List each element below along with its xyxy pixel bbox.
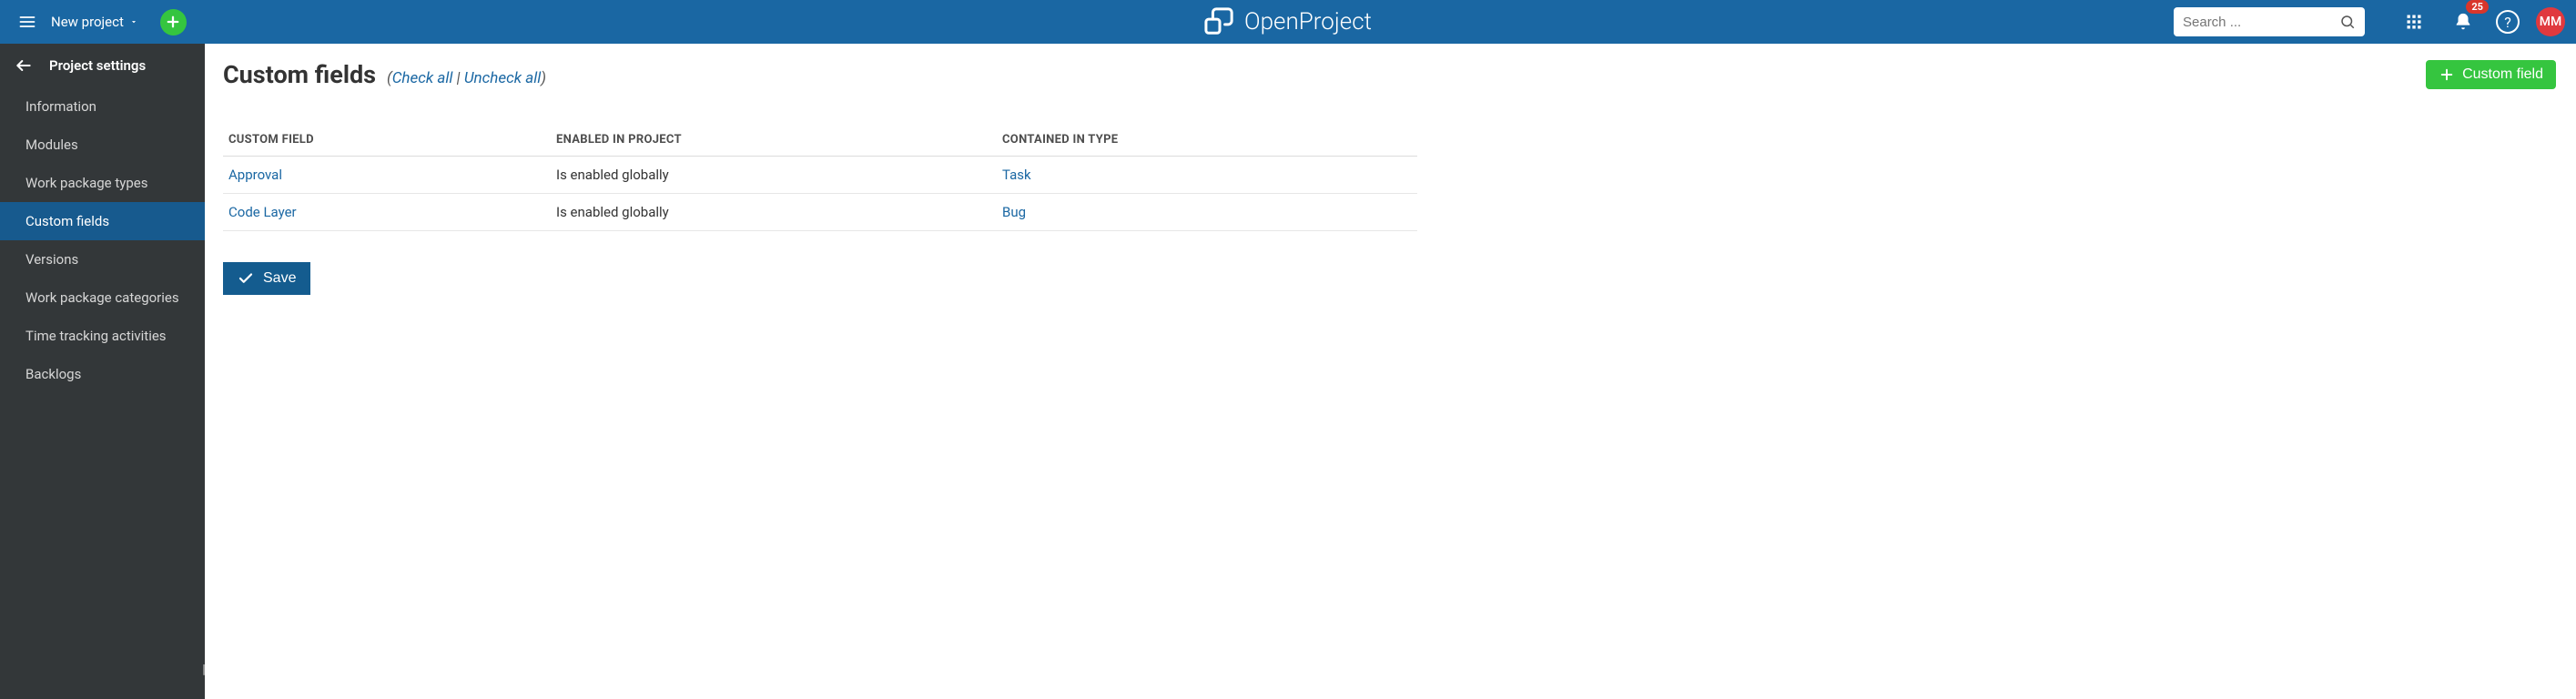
bell-icon — [2453, 12, 2473, 32]
sidebar-drag-handle[interactable]: || — [202, 663, 203, 677]
save-button-label: Save — [263, 270, 296, 287]
type-link[interactable]: Task — [1002, 167, 1031, 183]
user-avatar[interactable]: MM — [2536, 7, 2565, 36]
save-button[interactable]: Save — [223, 262, 310, 295]
new-custom-field-button[interactable]: Custom field — [2426, 60, 2556, 89]
project-selector-label: New project — [51, 14, 124, 30]
sidebar-item-modules[interactable]: Modules — [0, 126, 205, 164]
sidebar-item-backlogs[interactable]: Backlogs — [0, 355, 205, 393]
notifications-button[interactable]: 25 — [2447, 5, 2480, 38]
brand: OpenProject — [1204, 7, 1372, 36]
notification-badge: 25 — [2466, 0, 2489, 14]
check-icon — [238, 270, 254, 287]
topbar-right: 25 ? MM — [2174, 5, 2565, 38]
enabled-cell: Is enabled globally — [551, 194, 997, 231]
page-title: Custom fields — [223, 60, 376, 89]
brand-logo-icon — [1204, 7, 1235, 36]
search-icon — [2339, 14, 2356, 30]
plus-icon — [165, 14, 181, 30]
plus-icon — [2439, 66, 2455, 83]
col-header-enabled: ENABLED IN PROJECT — [551, 124, 997, 157]
topbar: New project OpenProject 25 ? MM — [0, 0, 2576, 44]
help-button[interactable]: ? — [2496, 10, 2520, 34]
table-row: Code Layer Is enabled globally Bug — [223, 194, 1417, 231]
arrow-left-icon — [15, 56, 33, 75]
global-search[interactable] — [2174, 7, 2365, 36]
custom-fields-table: CUSTOM FIELD ENABLED IN PROJECT CONTAINE… — [223, 124, 1417, 231]
search-input[interactable] — [2183, 15, 2319, 30]
enabled-cell: Is enabled globally — [551, 157, 997, 194]
caret-down-icon — [129, 17, 138, 26]
check-all-link[interactable]: Check all — [392, 69, 453, 87]
sidebar-item-time-tracking[interactable]: Time tracking activities — [0, 317, 205, 355]
table-row: Approval Is enabled globally Task — [223, 157, 1417, 194]
sidebar-item-information[interactable]: Information — [0, 87, 205, 126]
project-selector[interactable]: New project — [51, 14, 138, 30]
brand-name: OpenProject — [1244, 8, 1372, 35]
sidebar-title: Project settings — [49, 57, 146, 74]
sidebar: Project settings Information Modules Wor… — [0, 44, 205, 699]
page-header: Custom fields (Check all | Uncheck all) … — [223, 60, 2576, 89]
main-content: Custom fields (Check all | Uncheck all) … — [205, 44, 2576, 699]
sidebar-back[interactable]: Project settings — [0, 44, 205, 87]
check-toggle-links: (Check all | Uncheck all) — [387, 69, 546, 87]
custom-field-link[interactable]: Approval — [228, 167, 282, 183]
hamburger-menu-icon[interactable] — [11, 5, 44, 38]
new-custom-field-label: Custom field — [2462, 66, 2543, 83]
type-link[interactable]: Bug — [1002, 204, 1026, 220]
custom-field-link[interactable]: Code Layer — [228, 204, 297, 220]
col-header-types: CONTAINED IN TYPE — [997, 124, 1417, 157]
sidebar-item-wp-types[interactable]: Work package types — [0, 164, 205, 202]
sidebar-item-versions[interactable]: Versions — [0, 240, 205, 279]
global-create-button[interactable] — [160, 9, 187, 35]
col-header-name: CUSTOM FIELD — [223, 124, 551, 157]
uncheck-all-link[interactable]: Uncheck all — [464, 69, 541, 87]
apps-grid-icon[interactable] — [2398, 5, 2430, 38]
sidebar-item-wp-categories[interactable]: Work package categories — [0, 279, 205, 317]
sidebar-item-custom-fields[interactable]: Custom fields — [0, 202, 205, 240]
